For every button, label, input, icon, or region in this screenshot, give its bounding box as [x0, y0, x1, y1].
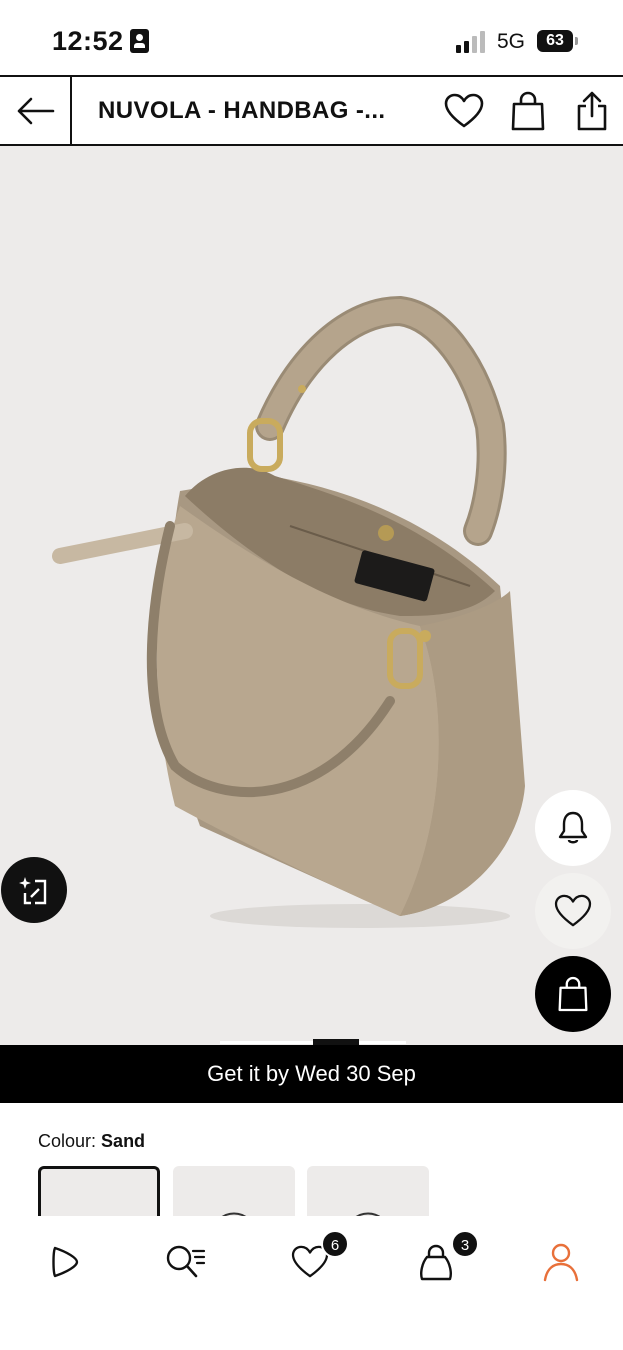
- add-to-bag-button[interactable]: [535, 956, 611, 1032]
- wishlist-button[interactable]: [442, 89, 486, 133]
- product-image[interactable]: [0, 146, 623, 1045]
- play-icon: [52, 1246, 79, 1278]
- shopping-bag-icon: [511, 91, 545, 131]
- status-bar: 12:52 5G 63: [0, 0, 623, 76]
- search-list-icon: [166, 1245, 206, 1278]
- colour-label: Colour:: [38, 1131, 97, 1151]
- product-header: NUVOLA - HANDBAG -...: [0, 75, 623, 146]
- shopping-bag-icon: [420, 1244, 452, 1281]
- nav-bag[interactable]: 3: [408, 1230, 479, 1290]
- heart-icon: [554, 894, 592, 927]
- bottom-navigation: 6 3: [0, 1216, 623, 1350]
- shopping-bag-icon: [558, 976, 588, 1012]
- contact-card-icon: [130, 29, 149, 53]
- nav-account[interactable]: [533, 1234, 589, 1290]
- user-icon: [543, 1243, 579, 1282]
- bag-button[interactable]: [506, 89, 550, 133]
- nav-search[interactable]: [158, 1234, 214, 1290]
- back-button[interactable]: [0, 77, 72, 144]
- battery-tip: [575, 37, 578, 45]
- signal-strength-icon: [456, 31, 488, 53]
- share-icon: [577, 91, 607, 131]
- heart-icon: [444, 93, 484, 128]
- colour-value: Sand: [101, 1131, 146, 1151]
- page-title: NUVOLA - HANDBAG -...: [98, 97, 386, 124]
- bag-count-badge: 3: [451, 1230, 479, 1258]
- visual-search-button[interactable]: [1, 857, 67, 923]
- delivery-banner: Get it by Wed 30 Sep: [0, 1045, 623, 1103]
- status-time: 12:52: [52, 26, 124, 56]
- wishlist-float-button[interactable]: [535, 873, 611, 949]
- wishlist-count-badge: 6: [321, 1230, 349, 1258]
- colour-row: Colour: Sand: [38, 1131, 145, 1152]
- visual-search-icon: [19, 877, 47, 905]
- arrow-left-icon: [17, 97, 55, 124]
- share-button[interactable]: [570, 89, 614, 133]
- nav-discover[interactable]: [35, 1234, 91, 1290]
- battery-icon: 63: [537, 30, 573, 52]
- handbag-illustration: [52, 295, 525, 928]
- bell-icon: [558, 811, 588, 844]
- nav-wishlist[interactable]: 6: [282, 1230, 349, 1290]
- network-type: 5G: [497, 30, 526, 53]
- battery-level: 63: [546, 32, 564, 49]
- notify-button[interactable]: [535, 790, 611, 866]
